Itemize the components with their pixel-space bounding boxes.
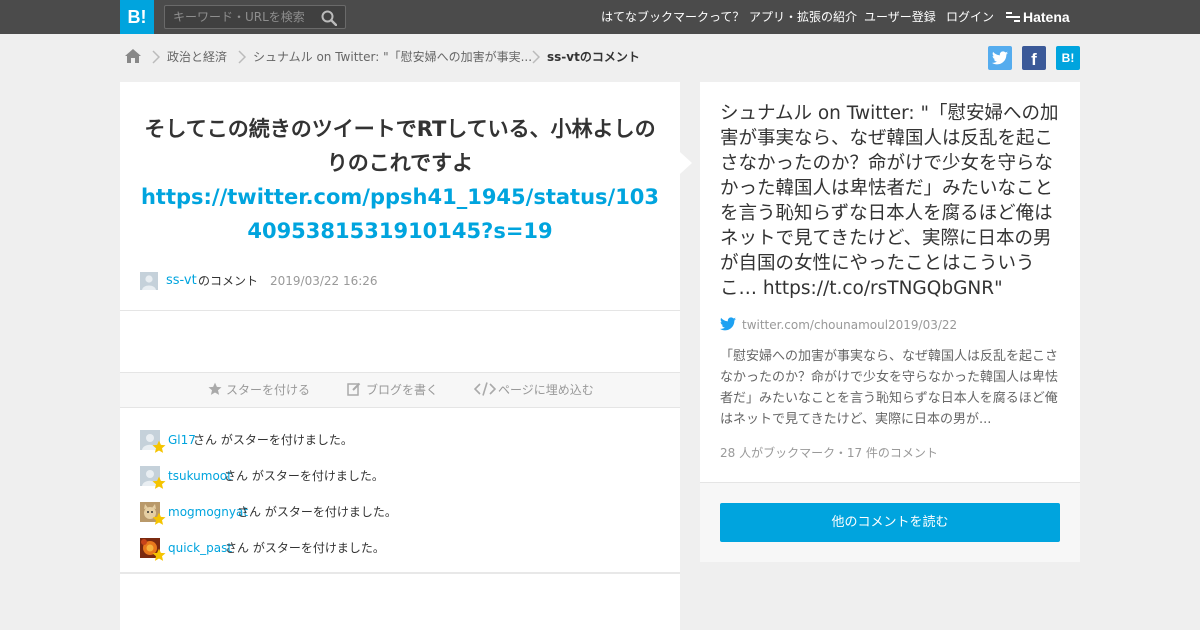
entry-title[interactable]: シュナムル on Twitter: "「慰安婦への加害が事実なら、なぜ韓国人は反… (720, 101, 1062, 301)
hatena-brand-text: Hatena (1023, 9, 1070, 25)
twitter-icon (992, 51, 1008, 65)
avatar[interactable] (140, 272, 158, 290)
nav-login[interactable]: ログイン (946, 0, 994, 34)
star-message: さん がスターを付けました。 (193, 433, 353, 447)
divider (120, 310, 680, 311)
read-more-comments-button[interactable]: 他のコメントを読む (720, 503, 1060, 542)
card-pointer (680, 152, 692, 174)
breadcrumb-entry[interactable]: シュナムル on Twitter: "「慰安婦への加害が事実... (253, 48, 532, 66)
star-icon (152, 512, 166, 525)
entry-stats[interactable]: 28 人がブックマーク・17 件のコメント (720, 444, 938, 462)
comment-date[interactable]: 2019/03/22 16:26 (270, 272, 378, 290)
add-star-label: スターを付ける (226, 383, 311, 397)
star-icon (152, 548, 166, 561)
chevron-right-icon (152, 50, 160, 64)
hatena-bookmark-button[interactable]: B! (1056, 46, 1080, 70)
facebook-share-button[interactable]: f (1022, 46, 1046, 70)
list-item: mogmognyat さん がスターを付けました。 (140, 502, 410, 525)
nav-apps[interactable]: アプリ・拡張の紹介 (749, 0, 857, 34)
star-user-link[interactable]: tsukumoot (168, 468, 232, 484)
embed-button[interactable]: ページに埋め込む (474, 381, 604, 399)
star-message: さん がスターを付けました。 (237, 505, 397, 519)
comment-text: そしてこの続きのツイートでRTしている、小林よしのりのこれですよ (144, 117, 656, 175)
list-item: quick_past さん がスターを付けました。 (140, 538, 400, 561)
hatena-brand-link[interactable]: Hatena (1006, 0, 1070, 34)
search-box (164, 5, 346, 29)
entry-description: 「慰安婦への加害が事実なら、なぜ韓国人は反乱を起こさなかったのか？命がけで少女を… (720, 349, 1059, 427)
twitter-share-button[interactable] (988, 46, 1012, 70)
list-item: tsukumoot さん がスターを付けました。 (140, 466, 400, 489)
hatena-brand-icon (1006, 12, 1020, 22)
star-message: さん がスターを付けました。 (224, 469, 384, 483)
nav-about[interactable]: はてなブックマークって？ (601, 0, 744, 34)
home-icon[interactable] (124, 48, 142, 64)
divider (120, 572, 680, 574)
comment-user-link[interactable]: ss-vt (166, 272, 197, 290)
twitter-icon (720, 317, 736, 331)
embed-label: ページに埋め込む (498, 383, 594, 397)
code-icon (474, 382, 496, 396)
star-user-link[interactable]: Gl17 (168, 432, 196, 448)
comment-user-suffix: のコメント (198, 274, 259, 288)
nav-register[interactable]: ユーザー登録 (864, 0, 936, 34)
chevron-right-icon (238, 50, 246, 64)
star-user-link[interactable]: quick_past (168, 540, 232, 556)
star-icon (152, 476, 166, 489)
star-message: さん がスターを付けました。 (225, 541, 385, 555)
add-star-button[interactable]: スターを付ける (208, 381, 318, 399)
user-avatar-icon (140, 272, 158, 290)
chevron-right-icon (532, 50, 540, 64)
search-input[interactable] (165, 6, 315, 28)
hatena-bookmark-logo[interactable]: B! (120, 0, 154, 34)
comment-link[interactable]: https://twitter.com/ppsh41_1945/status/1… (140, 180, 660, 248)
star-icon (152, 440, 166, 453)
breadcrumb-category[interactable]: 政治と経済 (167, 48, 227, 66)
star-icon (208, 382, 222, 395)
search-icon[interactable] (321, 10, 337, 26)
entry-date: 2019/03/22 (888, 318, 958, 332)
list-item: Gl17 さん がスターを付けました。 (140, 430, 400, 453)
entry-source-link[interactable]: twitter.com/chounamoul (742, 316, 888, 334)
breadcrumb-current: ss-vtのコメント (547, 50, 640, 64)
write-blog-button[interactable]: ブログを書く (347, 381, 447, 399)
write-blog-label: ブログを書く (366, 383, 439, 397)
edit-icon (347, 382, 361, 396)
